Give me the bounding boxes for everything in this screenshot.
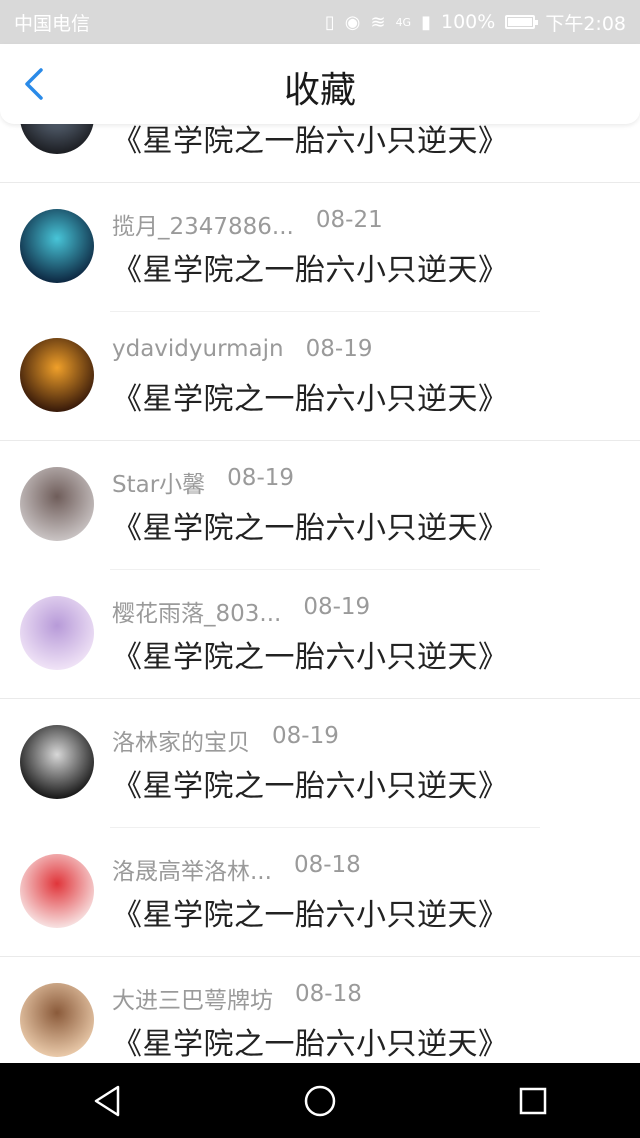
nav-recents-button[interactable] — [493, 1071, 573, 1131]
list-item[interactable]: 洛林家的宝贝 08-19 《星学院之一胎六小只逆天》 — [0, 699, 640, 828]
username[interactable]: 洛林家的宝贝 — [112, 723, 250, 757]
username[interactable]: 樱花雨落_803... — [112, 594, 281, 628]
book-title[interactable]: 《星学院之一胎六小只逆天》 — [112, 124, 509, 160]
date-label: 08-19 — [272, 723, 339, 749]
item-meta: 大进三巴萼牌坊 08-18 — [112, 981, 362, 1015]
date-label: 08-19 — [227, 465, 295, 491]
book-title[interactable]: 《星学院之一胎六小只逆天》 — [112, 1019, 509, 1063]
nav-home-button[interactable] — [280, 1071, 360, 1131]
date-label: 08-18 — [295, 981, 362, 1007]
battery-percent: 100% — [441, 11, 496, 33]
chevron-left-icon — [25, 68, 43, 100]
item-meta: ydavidyurmajn 08-19 — [112, 336, 372, 362]
square-recents-icon — [520, 1087, 547, 1114]
list-item[interactable]: 洛晟高举洛林... 08-18 《星学院之一胎六小只逆天》 — [0, 828, 640, 957]
status-icons: ▯ ◉ ≋ 4G ▮ 100% 下午2:08 — [325, 9, 626, 36]
book-title[interactable]: 《星学院之一胎六小只逆天》 — [112, 245, 509, 289]
triangle-back-icon — [94, 1085, 119, 1116]
item-meta: 洛林家的宝贝 08-19 — [112, 723, 339, 757]
avatar[interactable] — [20, 596, 94, 670]
nav-back-button[interactable] — [67, 1071, 147, 1131]
item-meta: 樱花雨落_803... 08-19 — [112, 594, 370, 628]
avatar[interactable] — [20, 338, 94, 412]
page-title: 收藏 — [283, 70, 356, 111]
item-meta: Star小馨 08-19 — [112, 465, 294, 499]
battery-icon — [505, 15, 539, 29]
favorites-list[interactable]: 雅雅_6779100...08-22《星学院之一胎六小只逆天》揽月_234788… — [0, 124, 640, 1063]
back-button[interactable] — [14, 64, 54, 104]
circle-home-icon — [304, 1085, 336, 1116]
header: 收藏 — [0, 44, 640, 124]
username[interactable]: Star小馨 — [112, 465, 205, 499]
username[interactable]: ydavidyurmajn — [112, 336, 284, 362]
avatar[interactable] — [20, 467, 94, 541]
username[interactable]: 揽月_2347886... — [112, 207, 294, 241]
vibrate-icon: ▯ — [324, 11, 335, 33]
item-meta: 洛晟高举洛林... 08-18 — [112, 852, 361, 886]
signal-icon: ▮ — [421, 11, 431, 33]
list-item[interactable]: ydavidyurmajn 08-19 《星学院之一胎六小只逆天》 — [0, 312, 640, 441]
avatar[interactable] — [20, 725, 94, 799]
list-item[interactable]: 樱花雨落_803... 08-19 《星学院之一胎六小只逆天》 — [0, 570, 640, 699]
book-title[interactable]: 《星学院之一胎六小只逆天》 — [112, 890, 509, 934]
list-item[interactable]: Star小馨 08-19 《星学院之一胎六小只逆天》 — [0, 441, 640, 570]
list-item[interactable]: 雅雅_6779100...08-22《星学院之一胎六小只逆天》 — [0, 124, 640, 183]
book-title[interactable]: 《星学院之一胎六小只逆天》 — [112, 503, 509, 547]
username[interactable]: 大进三巴萼牌坊 — [112, 981, 273, 1015]
wifi-icon: ≋ — [370, 11, 386, 33]
system-nav-bar — [0, 1063, 640, 1138]
carrier-label: 中国电信 — [14, 12, 91, 35]
username[interactable]: 洛晟高举洛林... — [112, 852, 272, 886]
status-bar: 中国电信 ▯ ◉ ≋ 4G ▮ 100% 下午2:08 — [0, 0, 640, 44]
date-label: 08-18 — [293, 852, 361, 878]
book-title[interactable]: 《星学院之一胎六小只逆天》 — [112, 632, 509, 676]
list-item[interactable]: 揽月_2347886... 08-21 《星学院之一胎六小只逆天》 — [0, 183, 640, 312]
date-label: 08-19 — [303, 594, 371, 620]
clock: 下午2:08 — [545, 12, 626, 35]
eye-icon: ◉ — [344, 11, 361, 33]
date-label: 08-19 — [305, 336, 373, 362]
avatar[interactable] — [20, 854, 94, 928]
book-title[interactable]: 《星学院之一胎六小只逆天》 — [112, 374, 509, 418]
date-label: 08-21 — [315, 207, 383, 233]
avatar[interactable] — [20, 209, 94, 283]
book-title[interactable]: 《星学院之一胎六小只逆天》 — [112, 761, 509, 805]
item-meta: 揽月_2347886... 08-21 — [112, 207, 383, 241]
list-item[interactable]: 大进三巴萼牌坊 08-18 《星学院之一胎六小只逆天》 — [0, 957, 640, 1063]
avatar[interactable] — [20, 983, 94, 1057]
avatar[interactable] — [20, 124, 94, 154]
network-label: 4G — [395, 15, 412, 29]
